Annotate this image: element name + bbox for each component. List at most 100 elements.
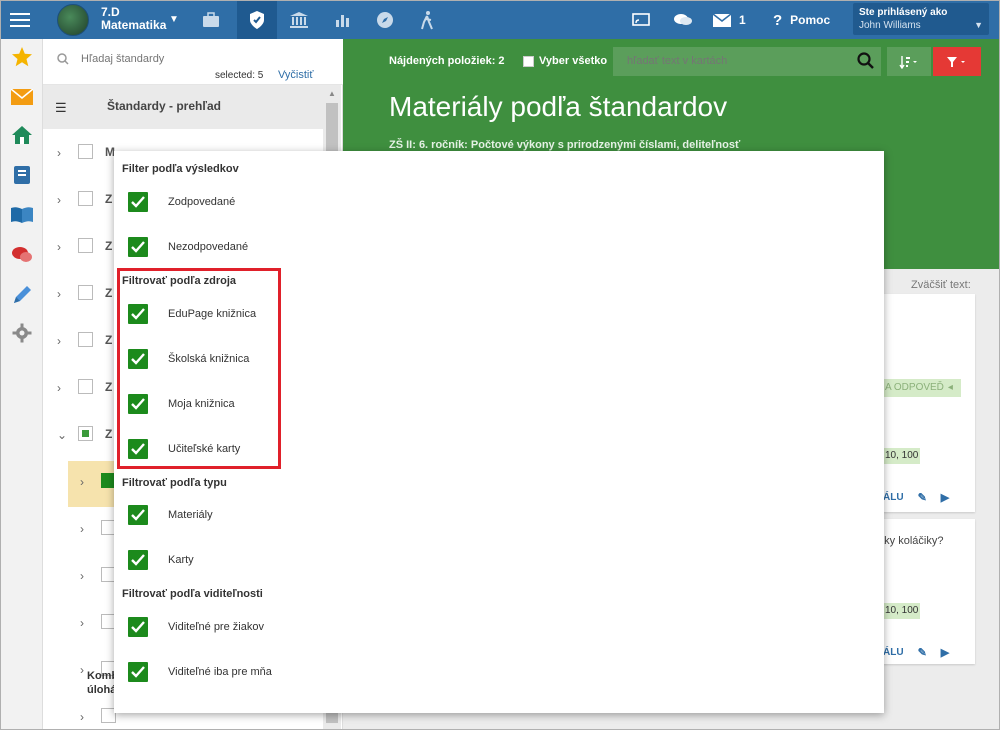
mail-icon[interactable] — [10, 85, 34, 109]
discussion-icon[interactable] — [10, 243, 34, 267]
user-menu[interactable]: Ste prihlásený ako John Williams ▼ — [853, 3, 989, 35]
filter-icon — [947, 56, 965, 67]
hiking-icon[interactable] — [407, 1, 447, 39]
filter-option-label: Moja knižnica — [168, 398, 235, 410]
subject-name: Matematika — [101, 18, 167, 32]
zoom-text-label[interactable]: Zväčšiť text: — [911, 279, 971, 291]
page-title: Materiály podľa štandardov — [389, 91, 728, 122]
filter-option-label: Učiteľské karty — [168, 443, 241, 455]
select-all-label[interactable]: Vyber všetko — [539, 55, 607, 67]
card-text-search — [613, 47, 881, 76]
clear-selection-link[interactable]: Vyčistiť — [278, 69, 314, 81]
material-card[interactable] — [883, 294, 975, 512]
filter-option-label: EduPage knižnica — [168, 308, 257, 320]
tree-checkbox[interactable] — [78, 144, 93, 159]
scroll-up-icon[interactable]: ▲ — [328, 89, 336, 98]
tree-row-label: Z — [105, 380, 113, 394]
chevron-right-icon[interactable]: › — [80, 616, 84, 630]
bar-chart-icon[interactable] — [323, 1, 363, 39]
play-icon[interactable]: ▶ — [941, 491, 949, 504]
checkbox-checked-icon[interactable] — [128, 237, 148, 257]
tree-checkbox[interactable] — [78, 238, 93, 253]
caret-down-icon: ▼ — [974, 20, 983, 30]
caret-down-icon[interactable]: ▼ — [169, 14, 179, 25]
page-subtitle: ZŠ II: 6. ročník: Počtové výkony s priro… — [389, 139, 741, 151]
open-book-icon[interactable] — [10, 203, 34, 227]
selected-count: selected: 5 — [215, 70, 264, 81]
chevron-right-icon[interactable]: › — [80, 710, 84, 724]
shield-icon[interactable] — [237, 1, 277, 39]
chevron-right-icon[interactable]: › — [80, 663, 84, 677]
message-count: 1 — [739, 13, 746, 27]
checkbox-checked-icon[interactable] — [128, 192, 148, 212]
caret-left-icon: ◂ — [947, 382, 953, 393]
edit-pencil-icon[interactable]: ✎ — [918, 491, 927, 504]
tree-checkbox[interactable] — [78, 379, 93, 394]
home-icon[interactable] — [10, 123, 34, 147]
numbers-tag: 10, 100 — [883, 448, 921, 464]
card-action-label[interactable]: ÁLU — [883, 647, 904, 658]
messages[interactable]: 1 — [713, 1, 746, 39]
list-icon: ☰ — [55, 100, 67, 115]
class-selector[interactable]: 7.D Matematika — [101, 6, 166, 32]
chevron-right-icon[interactable]: › — [57, 381, 61, 395]
briefcase-icon[interactable] — [191, 1, 231, 39]
help-label: Pomoc — [790, 13, 831, 27]
tree-checkbox[interactable] — [78, 191, 93, 206]
standards-overview-row[interactable]: ☰ Štandardy - prehľad — [43, 85, 323, 129]
screen-cast-icon[interactable] — [621, 1, 661, 39]
checkbox-checked-icon[interactable] — [128, 550, 148, 570]
sort-button[interactable] — [887, 47, 931, 76]
chevron-right-icon[interactable]: › — [57, 240, 61, 254]
checkbox-checked-icon[interactable] — [128, 394, 148, 414]
card-actions: ÁLU ✎ ▶ — [883, 646, 949, 659]
filter-option-label: Viditeľné pre žiakov — [168, 621, 264, 633]
help-button[interactable]: ? Pomoc — [773, 1, 830, 39]
chevron-right-icon[interactable]: › — [57, 334, 61, 348]
checkbox-checked-icon[interactable] — [128, 439, 148, 459]
checkbox-checked-icon[interactable] — [128, 304, 148, 324]
filter-button[interactable] — [933, 47, 981, 76]
card-action-label[interactable]: ÁLU — [883, 492, 904, 503]
standards-search-input[interactable] — [81, 53, 321, 65]
pencil-icon[interactable] — [10, 283, 34, 307]
edit-pencil-icon[interactable]: ✎ — [918, 646, 927, 659]
filter-section-title: Filter podľa výsledkov — [122, 163, 239, 175]
gear-icon[interactable] — [10, 321, 34, 345]
chevron-down-icon[interactable]: ⌄ — [57, 428, 67, 442]
filter-option-label: Nezodpovedané — [168, 241, 249, 253]
filter-option-label: Zodpovedané — [168, 196, 236, 208]
chat-icon[interactable] — [663, 1, 703, 39]
checkbox-checked-icon[interactable] — [128, 617, 148, 637]
notebook-icon[interactable] — [10, 163, 34, 187]
chevron-right-icon[interactable]: › — [57, 287, 61, 301]
compass-icon[interactable] — [365, 1, 405, 39]
card-question: etky koláčiky? — [875, 535, 944, 547]
left-icon-rail — [1, 39, 43, 729]
star-icon[interactable] — [10, 45, 34, 69]
tree-checkbox[interactable] — [78, 426, 93, 441]
chevron-right-icon[interactable]: › — [57, 146, 61, 160]
tree-checkbox[interactable] — [78, 332, 93, 347]
chevron-right-icon[interactable]: › — [80, 475, 84, 489]
checkbox-checked-icon[interactable] — [128, 349, 148, 369]
class-avatar[interactable] — [57, 4, 89, 36]
tree-row-label: Z — [105, 427, 113, 441]
search-icon[interactable] — [857, 52, 875, 70]
checkbox-checked-icon[interactable] — [128, 662, 148, 682]
chevron-right-icon[interactable]: › — [80, 522, 84, 536]
tree-row-label: Z — [105, 333, 113, 347]
search-icon — [57, 53, 69, 65]
card-text-search-input[interactable] — [627, 55, 847, 67]
chevron-right-icon[interactable]: › — [57, 193, 61, 207]
tree-checkbox[interactable] — [78, 285, 93, 300]
filter-option-label: Karty — [168, 554, 194, 566]
chevron-right-icon[interactable]: › — [80, 569, 84, 583]
tree-row-label: Z — [105, 192, 113, 206]
hamburger-menu-icon[interactable] — [9, 9, 31, 31]
play-icon[interactable]: ▶ — [941, 646, 949, 659]
checkbox-checked-icon[interactable] — [128, 505, 148, 525]
institution-icon[interactable] — [279, 1, 319, 39]
select-all-checkbox[interactable] — [523, 56, 534, 67]
filter-section-title: Filtrovať podľa viditeľnosti — [122, 588, 263, 600]
